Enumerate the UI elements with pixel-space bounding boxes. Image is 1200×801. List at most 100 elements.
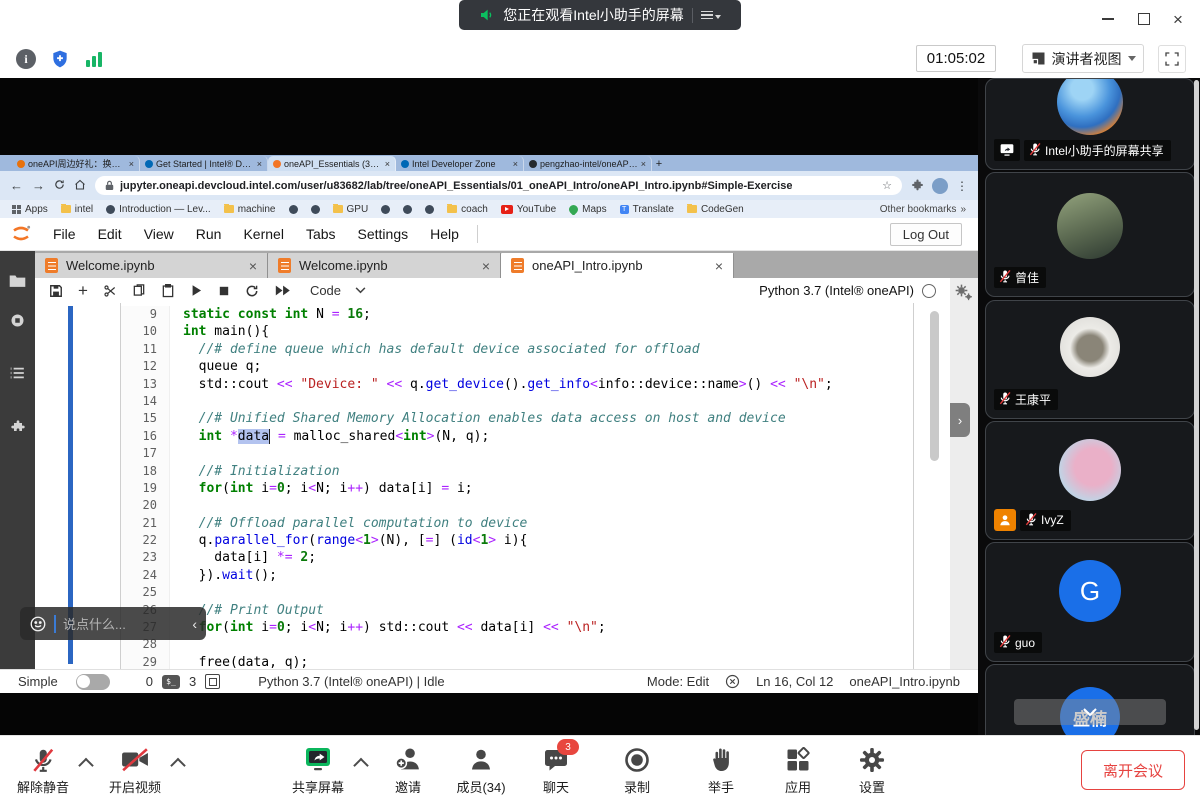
extensions-icon[interactable]	[0, 419, 35, 435]
collapse-chat-icon[interactable]: ‹	[192, 616, 197, 632]
editor-mode[interactable]: Mode: Edit	[647, 674, 709, 689]
view-mode-selector[interactable]: 演讲者视图	[1022, 44, 1144, 73]
toolbar-record-button[interactable]: 录制	[589, 745, 685, 796]
code-line[interactable]: 25	[121, 584, 913, 601]
participant-tile[interactable]: 曾佳	[985, 172, 1195, 297]
home-icon[interactable]	[74, 179, 86, 193]
code-line[interactable]: 19 for(int i=0; i<N; i++) data[i] = i;	[121, 480, 913, 497]
menu-edit[interactable]: Edit	[87, 226, 133, 242]
scroll-down-hint[interactable]	[1014, 699, 1166, 725]
code-line[interactable]: 9static const int N = 16;	[121, 306, 913, 323]
address-bar[interactable]: jupyter.oneapi.devcloud.intel.com/user/u…	[95, 176, 902, 195]
menu-run[interactable]: Run	[185, 226, 233, 242]
browser-tab[interactable]: Intel Developer Zone×	[396, 156, 524, 171]
other-bookmarks[interactable]: Other bookmarks»	[880, 204, 966, 215]
running-sessions-icon[interactable]	[0, 313, 35, 328]
bookmark-item[interactable]	[381, 205, 390, 214]
chat-quick-input[interactable]: 说点什么... ‹	[20, 607, 206, 640]
toolbar-mic-button[interactable]: 解除静音	[0, 745, 91, 796]
code-line[interactable]: 26 //# Print Output	[121, 602, 913, 619]
save-icon[interactable]	[49, 284, 63, 298]
tab-close-icon[interactable]: ×	[482, 259, 490, 273]
bookmark-item[interactable]: GPU	[333, 204, 369, 215]
fullscreen-button[interactable]	[1158, 45, 1186, 73]
tab-close-icon[interactable]: ×	[715, 259, 723, 273]
cut-icon[interactable]	[103, 284, 117, 298]
bookmark-item[interactable]	[311, 205, 320, 214]
toolbar-settings-button[interactable]: 设置	[824, 745, 920, 796]
tab-close-icon[interactable]: ×	[249, 259, 257, 273]
simple-mode-toggle[interactable]	[76, 674, 110, 690]
code-line[interactable]: 13 std::cout << "Device: " << q.get_devi…	[121, 376, 913, 393]
code-editor[interactable]: 9static const int N = 16;10int main(){11…	[120, 303, 914, 669]
network-signal-icon[interactable]	[82, 47, 106, 71]
extensions-puzzle-icon[interactable]	[911, 179, 924, 192]
notebook-tab[interactable]: Welcome.ipynb×	[35, 253, 268, 278]
tab-close-icon[interactable]: ×	[385, 159, 390, 169]
code-line[interactable]: 24 }).wait();	[121, 567, 913, 584]
bookmark-item[interactable]: coach	[447, 204, 488, 215]
bookmark-item[interactable]: Introduction — Lev...	[106, 204, 211, 215]
code-line[interactable]: 28	[121, 636, 913, 653]
bookmark-item[interactable]: TTranslate	[620, 204, 674, 215]
participant-tile[interactable]: IvyZ	[985, 421, 1195, 540]
code-line[interactable]: 16 int *data = malloc_shared<int>(N, q);	[121, 428, 913, 445]
tab-close-icon[interactable]: ×	[513, 159, 518, 169]
logout-button[interactable]: Log Out	[890, 223, 962, 246]
menu-tabs[interactable]: Tabs	[295, 226, 347, 242]
menu-file[interactable]: File	[42, 226, 87, 242]
bookmark-star-icon[interactable]: ☆	[882, 179, 892, 192]
sidebar-scrollbar[interactable]	[1194, 80, 1199, 730]
security-shield-icon[interactable]	[48, 47, 72, 71]
close-button[interactable]: ×	[1164, 6, 1192, 32]
run-cell-icon[interactable]	[190, 284, 203, 297]
bookmark-item[interactable]: machine	[224, 204, 276, 215]
meeting-info-icon[interactable]: i	[14, 47, 38, 71]
notebook-tab[interactable]: oneAPI_Intro.ipynb×	[501, 253, 734, 278]
kernel-status-text[interactable]: Python 3.7 (Intel® oneAPI) | Idle	[258, 674, 444, 689]
bookmark-item[interactable]	[403, 205, 412, 214]
code-line[interactable]: 20	[121, 497, 913, 514]
table-of-contents-icon[interactable]	[0, 366, 35, 380]
menu-view[interactable]: View	[133, 226, 185, 242]
code-line[interactable]: 14	[121, 393, 913, 410]
participant-tile[interactable]: 盛楠盛楠	[985, 664, 1195, 735]
bookmark-item[interactable]: intel	[61, 204, 93, 215]
copy-icon[interactable]	[132, 284, 146, 298]
add-cell-icon[interactable]: +	[78, 281, 88, 301]
property-inspector-icon[interactable]	[954, 283, 974, 308]
tab-close-icon[interactable]: ×	[129, 159, 134, 169]
kernel-indicator[interactable]: Python 3.7 (Intel® oneAPI)	[759, 283, 936, 298]
code-line[interactable]: 12 queue q;	[121, 358, 913, 375]
bookmark-item[interactable]: CodeGen	[687, 204, 744, 215]
minimize-button[interactable]	[1094, 6, 1122, 32]
maximize-button[interactable]	[1130, 6, 1158, 32]
stop-kernel-icon[interactable]	[218, 285, 230, 297]
bookmark-item[interactable]: Maps	[569, 204, 606, 215]
browser-profile-avatar[interactable]	[932, 178, 948, 194]
expand-panel-arrow[interactable]: ›	[950, 403, 970, 437]
bookmark-item[interactable]: YouTube	[501, 204, 556, 215]
browser-tab[interactable]: Get Started | Intel® DevCloud×	[140, 156, 268, 171]
bookmark-item[interactable]: Apps	[12, 204, 48, 215]
chat-input-placeholder[interactable]: 说点什么...	[63, 614, 126, 633]
participant-tile[interactable]: Intel小助手的屏幕共享	[985, 78, 1195, 170]
tab-close-icon[interactable]: ×	[641, 159, 646, 169]
notebook-tab[interactable]: Welcome.ipynb×	[268, 253, 501, 278]
restart-kernel-icon[interactable]	[245, 284, 259, 298]
code-line[interactable]: 10int main(){	[121, 323, 913, 340]
reload-icon[interactable]	[54, 179, 65, 192]
tab-close-icon[interactable]: ×	[257, 159, 262, 169]
bookmark-item[interactable]	[289, 205, 298, 214]
cursor-position[interactable]: Ln 16, Col 12	[756, 674, 833, 689]
paste-icon[interactable]	[161, 284, 175, 298]
back-icon[interactable]: ←	[10, 179, 23, 192]
code-line[interactable]: 18 //# Initialization	[121, 463, 913, 480]
code-line[interactable]: 11 //# define queue which has default de…	[121, 341, 913, 358]
file-browser-icon[interactable]	[0, 273, 35, 288]
toolbar-share-button[interactable]: 共享屏幕	[270, 745, 366, 796]
editor-scrollbar[interactable]	[930, 311, 939, 461]
menu-help[interactable]: Help	[419, 226, 470, 242]
code-line[interactable]: 27 for(int i=0; i<N; i++) std::cout << d…	[121, 619, 913, 636]
browser-tab[interactable]: oneAPI周边好礼：换卡1介绍_IN×	[12, 156, 140, 171]
